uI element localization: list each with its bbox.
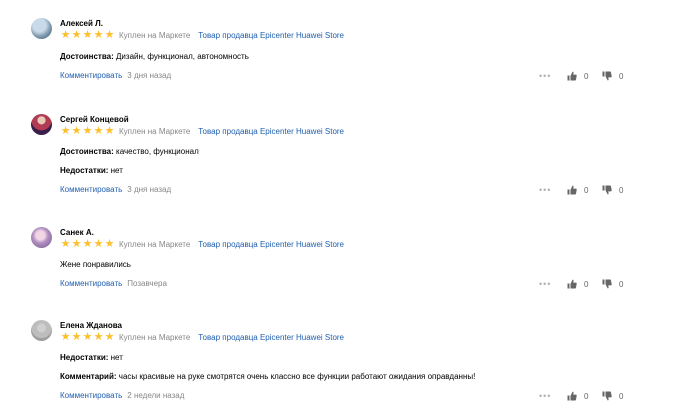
like-count: 0 (584, 185, 589, 195)
star-icon: ★ (82, 238, 93, 250)
like-count: 0 (584, 279, 589, 289)
star-icon: ★ (60, 29, 71, 41)
reviews-page: Алексей Л. ★ ★ ★ ★ ★ Куплен на Маркете Товар… (0, 0, 680, 418)
star-icon: ★ (93, 331, 104, 343)
review-footer: Комментировать Позавчера (60, 279, 167, 289)
review-cons: Недостатки: нет (60, 166, 123, 176)
field-label: Комментарий: (60, 372, 117, 381)
star-icon: ★ (104, 331, 115, 343)
seller-link[interactable]: Товар продавца Epicenter Huawei Store (198, 127, 344, 136)
review-text: Жене понравились (60, 260, 131, 270)
like-count: 0 (584, 391, 589, 401)
seller-link[interactable]: Товар продавца Epicenter Huawei Store (198, 240, 344, 249)
star-icon: ★ (60, 331, 71, 343)
review-author[interactable]: Алексей Л. (60, 19, 103, 29)
dislike-count: 0 (619, 279, 624, 289)
avatar[interactable] (31, 227, 52, 248)
review-pros: Достоинства: Дизайн, функционал, автоном… (60, 52, 249, 62)
bought-on-market-label: Куплен на Маркете (119, 30, 191, 40)
rating-stars: ★ ★ ★ ★ ★ (60, 125, 115, 137)
review-actions: ••• 0 0 (539, 279, 629, 289)
field-value: нет (110, 166, 123, 175)
star-icon: ★ (93, 238, 104, 250)
review-date: 3 дня назад (127, 71, 172, 80)
review-meta: ★ ★ ★ ★ ★ Куплен на Маркете Товар продавца E… (60, 238, 344, 250)
thumb-up-icon[interactable] (567, 391, 577, 401)
thumb-up-icon[interactable] (567, 71, 577, 81)
field-label: Достоинства: (60, 52, 114, 61)
review-date: 3 дня назад (127, 185, 172, 194)
more-dots-icon[interactable]: ••• (539, 185, 559, 195)
comment-link[interactable]: Комментировать (60, 391, 122, 401)
star-icon: ★ (60, 238, 71, 250)
thumb-down-icon[interactable] (602, 391, 612, 401)
review-actions: ••• 0 0 (539, 391, 629, 401)
field-value: Дизайн, функционал, автономность (116, 52, 249, 61)
review-date: 2 недели назад (127, 391, 185, 400)
rating-stars: ★ ★ ★ ★ ★ (60, 238, 115, 250)
review-comment: Комментарий: часы красивые на руке смотр… (60, 372, 475, 382)
bought-on-market-label: Куплен на Маркете (119, 239, 191, 249)
review-cons: Недостатки: нет (60, 353, 123, 363)
field-label: Достоинства: (60, 147, 114, 156)
star-icon: ★ (60, 125, 71, 137)
star-icon: ★ (71, 238, 82, 250)
review-date: Позавчера (127, 279, 167, 288)
star-icon: ★ (93, 125, 104, 137)
review-meta: ★ ★ ★ ★ ★ Куплен на Маркете Товар продавца E… (60, 29, 344, 41)
more-dots-icon[interactable]: ••• (539, 279, 559, 289)
bought-on-market-label: Куплен на Маркете (119, 332, 191, 342)
thumb-up-icon[interactable] (567, 279, 577, 289)
star-icon: ★ (104, 29, 115, 41)
avatar[interactable] (31, 320, 52, 341)
review-author[interactable]: Елена Жданова (60, 321, 122, 331)
review-author[interactable]: Санек А. (60, 228, 94, 238)
star-icon: ★ (71, 125, 82, 137)
star-icon: ★ (82, 125, 93, 137)
field-label: Недостатки: (60, 353, 109, 362)
seller-link[interactable]: Товар продавца Epicenter Huawei Store (198, 31, 344, 40)
star-icon: ★ (104, 238, 115, 250)
review-actions: ••• 0 0 (539, 185, 629, 195)
star-icon: ★ (82, 331, 93, 343)
review-pros: Достоинства: качество, функционал (60, 147, 199, 157)
rating-stars: ★ ★ ★ ★ ★ (60, 29, 115, 41)
more-dots-icon[interactable]: ••• (539, 71, 559, 81)
field-value: качество, функционал (116, 147, 199, 156)
dislike-count: 0 (619, 391, 624, 401)
rating-stars: ★ ★ ★ ★ ★ (60, 331, 115, 343)
field-value: Жене понравились (60, 260, 131, 269)
review-actions: ••• 0 0 (539, 71, 629, 81)
review-author[interactable]: Сергей Концевой (60, 115, 129, 125)
comment-link[interactable]: Комментировать (60, 71, 122, 81)
like-count: 0 (584, 71, 589, 81)
avatar[interactable] (31, 114, 52, 135)
dislike-count: 0 (619, 185, 624, 195)
comment-link[interactable]: Комментировать (60, 185, 122, 195)
field-label: Недостатки: (60, 166, 109, 175)
thumb-down-icon[interactable] (602, 71, 612, 81)
thumb-down-icon[interactable] (602, 279, 612, 289)
field-value: нет (110, 353, 123, 362)
comment-link[interactable]: Комментировать (60, 279, 122, 289)
review-footer: Комментировать 3 дня назад (60, 71, 171, 81)
star-icon: ★ (71, 331, 82, 343)
thumb-up-icon[interactable] (567, 185, 577, 195)
star-icon: ★ (82, 29, 93, 41)
star-icon: ★ (93, 29, 104, 41)
thumb-down-icon[interactable] (602, 185, 612, 195)
star-icon: ★ (104, 125, 115, 137)
review-meta: ★ ★ ★ ★ ★ Куплен на Маркете Товар продавца E… (60, 331, 344, 343)
star-icon: ★ (71, 29, 82, 41)
review-meta: ★ ★ ★ ★ ★ Куплен на Маркете Товар продавца E… (60, 125, 344, 137)
avatar[interactable] (31, 18, 52, 39)
more-dots-icon[interactable]: ••• (539, 391, 559, 401)
seller-link[interactable]: Товар продавца Epicenter Huawei Store (198, 333, 344, 342)
review-footer: Комментировать 3 дня назад (60, 185, 171, 195)
field-value: часы красивые на руке смотрятся очень кл… (118, 372, 476, 381)
dislike-count: 0 (619, 71, 624, 81)
review-footer: Комментировать 2 недели назад (60, 391, 184, 401)
bought-on-market-label: Куплен на Маркете (119, 126, 191, 136)
